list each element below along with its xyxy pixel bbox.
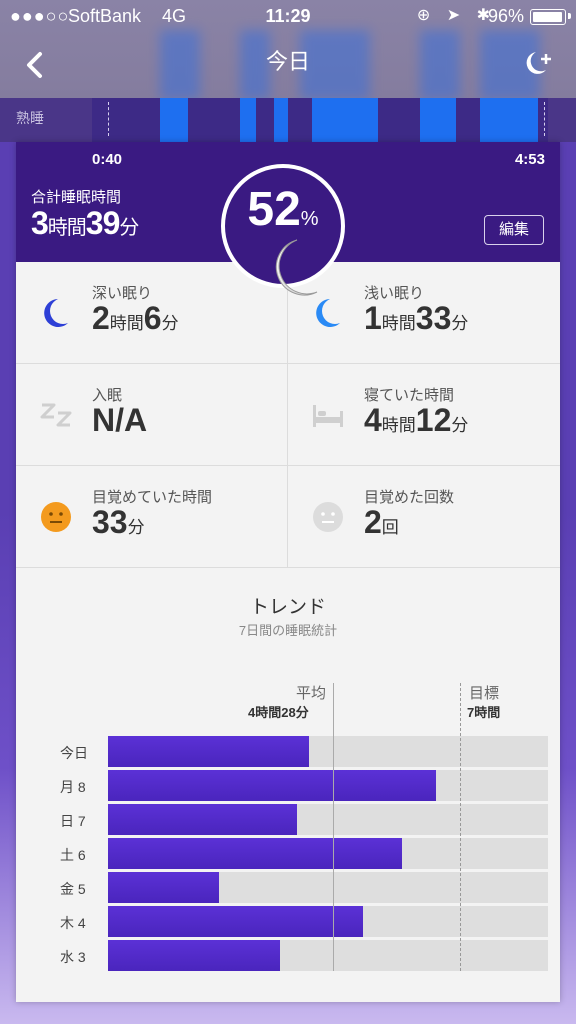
trend-bar-track <box>108 940 548 971</box>
trend-day-label: 木 4 <box>60 915 86 931</box>
sleep-score: 52% <box>247 183 319 236</box>
status-icons: ⊕ ➤ ✱ <box>416 7 496 24</box>
trend-day-label: 日 7 <box>60 813 86 829</box>
in-bed-value: 4時間12分 <box>364 402 469 438</box>
sleep-summary-card: 0:40 4:53 合計睡眠時間 3時間39分 編集 52% 深い眠り 2時間6… <box>16 142 560 1002</box>
face-icon <box>313 502 343 532</box>
average-value: 4時間28分 <box>248 705 309 720</box>
trend-day-label: 金 5 <box>60 881 86 897</box>
status-bar: ●●●○○ SoftBank 4G 11:29 ⊕ ➤ ✱ 96% <box>0 0 576 32</box>
bed-icon <box>313 405 343 427</box>
moon-icon <box>275 239 318 296</box>
band-label: 熟睡 <box>16 110 44 126</box>
sleep-score-circle: 52% <box>221 164 345 296</box>
average-line <box>333 683 334 971</box>
zz-icon <box>40 403 72 427</box>
stat-light-sleep: 浅い眠り 1時間33分 <box>288 262 560 364</box>
stat-fall-asleep: 入眠 N/A <box>16 364 288 466</box>
trend-day-label: 土 6 <box>60 847 86 863</box>
fall-asleep-value: N/A <box>92 402 148 438</box>
trend-row: 木 4 <box>16 906 560 938</box>
deep-sleep-value: 2時間6分 <box>92 300 179 336</box>
trend-bar <box>108 736 309 767</box>
trend-day-label: 月 8 <box>60 779 86 795</box>
sleep-start-time: 0:40 <box>92 151 123 168</box>
battery-percentage: 96% <box>487 6 524 26</box>
light-sleep-value: 1時間33分 <box>364 300 469 336</box>
trend-bar <box>108 872 219 903</box>
moon-icon <box>44 299 68 327</box>
trend-bar <box>108 940 280 971</box>
trend-bar <box>108 770 436 801</box>
trend-bar-track <box>108 804 548 835</box>
trend-day-label: 水 3 <box>60 949 86 965</box>
trend-row: 月 8 <box>16 770 560 802</box>
top-area: ●●●○○ SoftBank 4G 11:29 ⊕ ➤ ✱ 96% 今日 <box>0 0 576 100</box>
trend-bar-track <box>108 736 548 767</box>
trend-row: 金 5 <box>16 872 560 904</box>
goal-label: 目標 <box>469 685 500 702</box>
trend-bar <box>108 804 297 835</box>
trend-row: 土 6 <box>16 838 560 870</box>
trend-row: 今日 <box>16 736 560 768</box>
average-label: 平均 <box>296 685 327 702</box>
add-sleep-button[interactable] <box>516 46 556 80</box>
trend-bar-track <box>108 838 548 869</box>
trend-bar <box>108 906 363 937</box>
trend-bar <box>108 838 402 869</box>
page-title: 今日 <box>265 49 310 74</box>
trend-bar-track <box>108 770 548 801</box>
moon-plus-icon <box>526 52 551 74</box>
total-sleep-label: 合計睡眠時間 <box>31 189 122 206</box>
trend-row: 水 3 <box>16 940 560 972</box>
trend-title: トレンド <box>249 597 326 618</box>
trend-bar-track <box>108 872 548 903</box>
neutral-face-icon <box>41 502 71 532</box>
trend-subtitle: 7日間の睡眠統計 <box>238 623 338 638</box>
stat-in-bed: 寝ていた時間 4時間12分 <box>288 364 560 466</box>
stat-awakenings: 目覚めた回数 2回 <box>288 466 560 568</box>
awake-time-value: 33分 <box>92 504 145 540</box>
trend-row: 日 7 <box>16 804 560 836</box>
trend-day-label: 今日 <box>60 745 88 761</box>
trend-bar-track <box>108 906 548 937</box>
goal-line <box>460 683 461 971</box>
total-sleep-value: 3時間39分 <box>31 205 139 241</box>
sleep-end-time: 4:53 <box>514 151 545 168</box>
goal-value: 7時間 <box>467 705 501 720</box>
stat-awake-time: 目覚めていた時間 33分 <box>16 466 288 568</box>
battery-icon <box>530 9 566 25</box>
edit-button[interactable]: 編集 <box>484 215 544 245</box>
sleep-phase-band: 熟睡 <box>0 98 576 142</box>
awakenings-value: 2回 <box>364 504 399 540</box>
